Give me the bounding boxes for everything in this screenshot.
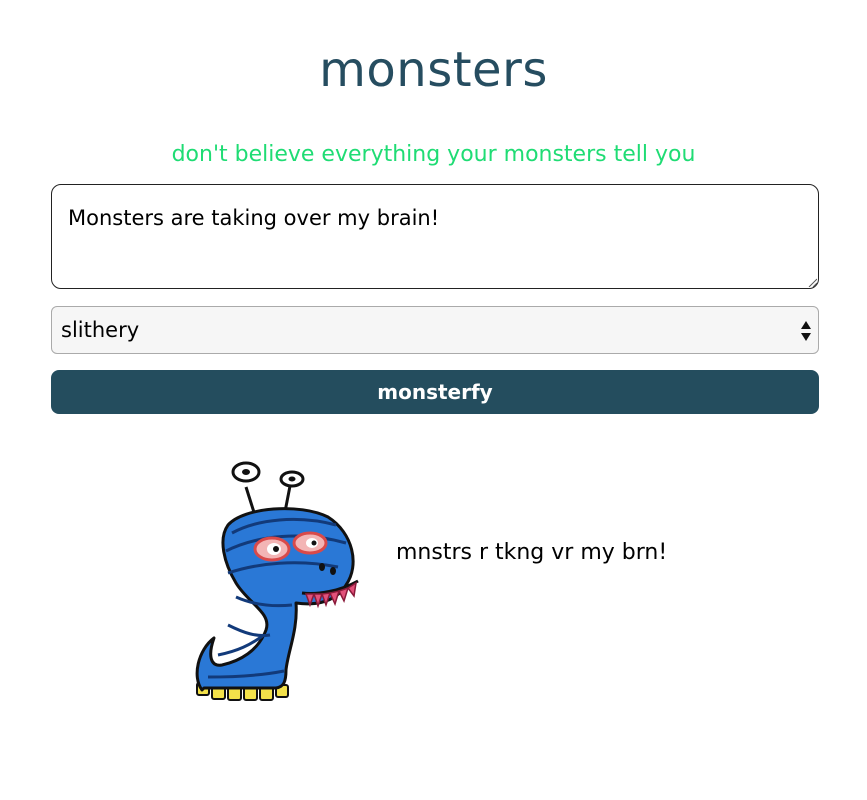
monsterfied-output-text: mnstrs r tkng vr my brn! (396, 540, 668, 565)
page: monsters don't believe everything your m… (0, 0, 867, 800)
select-arrows-icon (801, 321, 811, 341)
message-input[interactable]: Monsters are taking over my brain! (51, 184, 819, 289)
resize-grip-icon[interactable] (807, 277, 817, 287)
slithery-monster-icon (195, 461, 359, 701)
monster-type-select[interactable]: slithery (51, 306, 819, 354)
page-title: monsters (319, 42, 548, 98)
monsterfy-button[interactable]: monsterfy (51, 370, 819, 414)
monster-type-selected-value: slithery (61, 318, 140, 342)
tagline: don't believe everything your monsters t… (171, 142, 696, 167)
